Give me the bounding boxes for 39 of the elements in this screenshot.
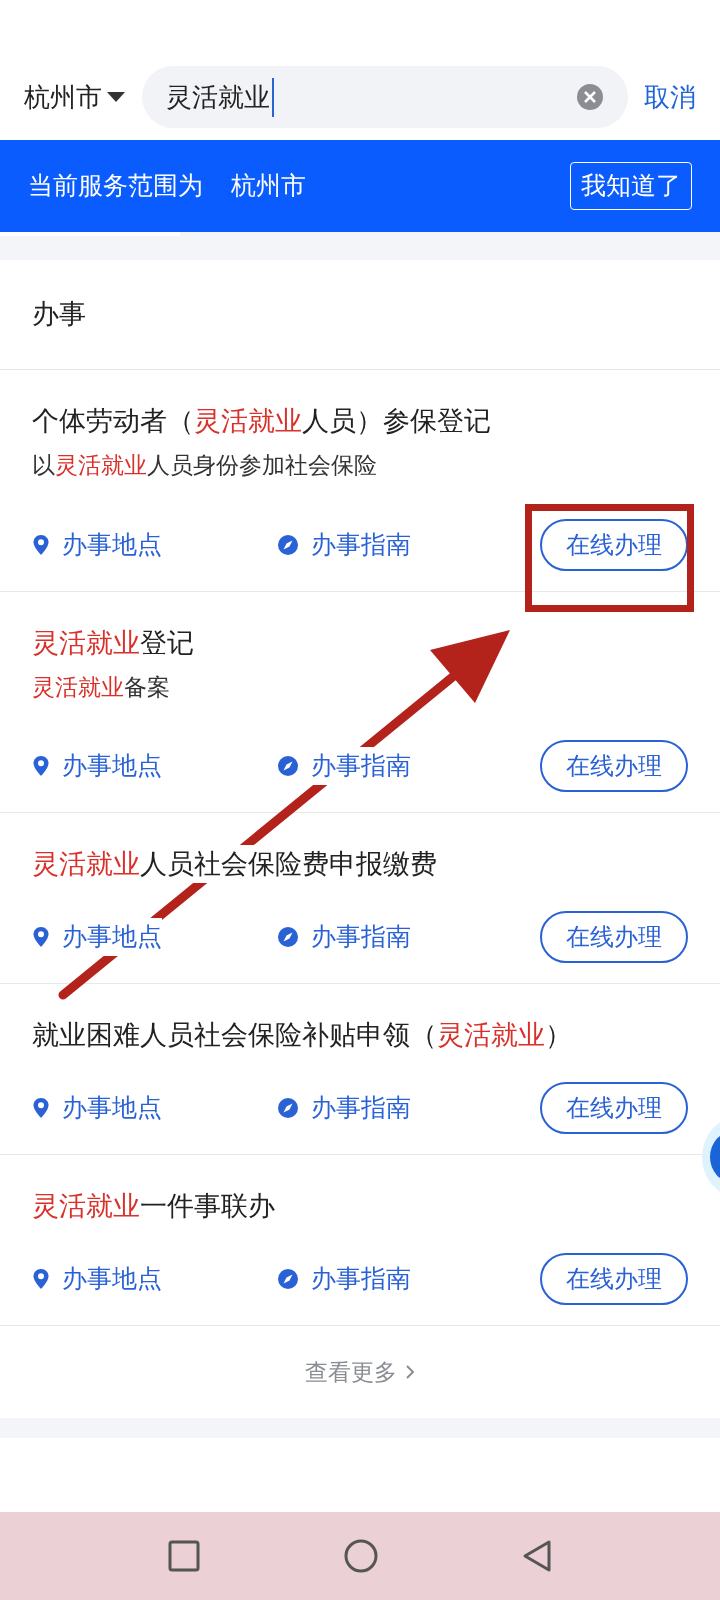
compass-icon	[277, 533, 299, 556]
banner-text: 当前服务范围为	[28, 170, 203, 203]
location-pin-icon	[32, 755, 50, 777]
acknowledge-button[interactable]: 我知道了	[570, 162, 692, 210]
dropdown-caret-icon	[106, 91, 126, 103]
service-subtitle: 以灵活就业人员身份参加社会保险	[32, 451, 378, 480]
location-pin-icon	[32, 926, 50, 948]
compass-icon	[277, 926, 299, 948]
service-item[interactable]: 个体劳动者（灵活就业人员）参保登记 以灵活就业人员身份参加社会保险 办事地点 办事指南 在线办理	[0, 370, 720, 592]
banner-city: 杭州市	[231, 170, 306, 203]
clear-icon[interactable]	[576, 83, 604, 111]
service-subtitle: 灵活就业备案	[32, 672, 171, 702]
city-selector[interactable]: 杭州市	[24, 77, 126, 117]
compass-icon	[277, 1268, 299, 1290]
back-icon[interactable]	[522, 1539, 553, 1573]
location-pin-icon	[32, 1268, 50, 1290]
guide-link[interactable]: 办事指南	[311, 747, 411, 785]
online-apply-button[interactable]: 在线办理	[540, 911, 688, 963]
online-apply-button[interactable]: 在线办理	[540, 1253, 688, 1305]
cancel-button[interactable]: 取消	[644, 77, 696, 117]
see-more-link[interactable]: 查看更多	[305, 1354, 415, 1390]
home-icon[interactable]	[343, 1538, 379, 1574]
online-apply-button[interactable]: 在线办理	[540, 1082, 688, 1134]
service-title: 灵活就业人员社会保险费申报缴费	[32, 845, 437, 883]
service-item[interactable]: 灵活就业人员社会保险费申报缴费 办事地点 办事指南 在线办理	[0, 813, 720, 984]
online-apply-button[interactable]: 在线办理	[540, 518, 688, 571]
compass-icon	[277, 1097, 299, 1119]
location-pin-icon	[32, 533, 50, 556]
location-link[interactable]: 办事地点	[62, 918, 162, 956]
chevron-right-icon	[405, 1364, 415, 1380]
service-item[interactable]: 灵活就业一件事联办 办事地点 办事指南 在线办理	[0, 1155, 720, 1326]
online-apply-button[interactable]: 在线办理	[540, 740, 688, 792]
section-title: 办事	[32, 297, 86, 332]
search-field[interactable]: 灵活就业	[142, 66, 628, 128]
compass-icon	[277, 755, 299, 777]
search-text: 灵活就业	[166, 77, 274, 117]
location-pin-icon	[32, 1097, 50, 1119]
recent-apps-icon[interactable]	[167, 1540, 200, 1572]
service-item[interactable]: 就业困难人员社会保险补贴申领（灵活就业） 办事地点 办事指南 在线办理	[0, 984, 720, 1155]
